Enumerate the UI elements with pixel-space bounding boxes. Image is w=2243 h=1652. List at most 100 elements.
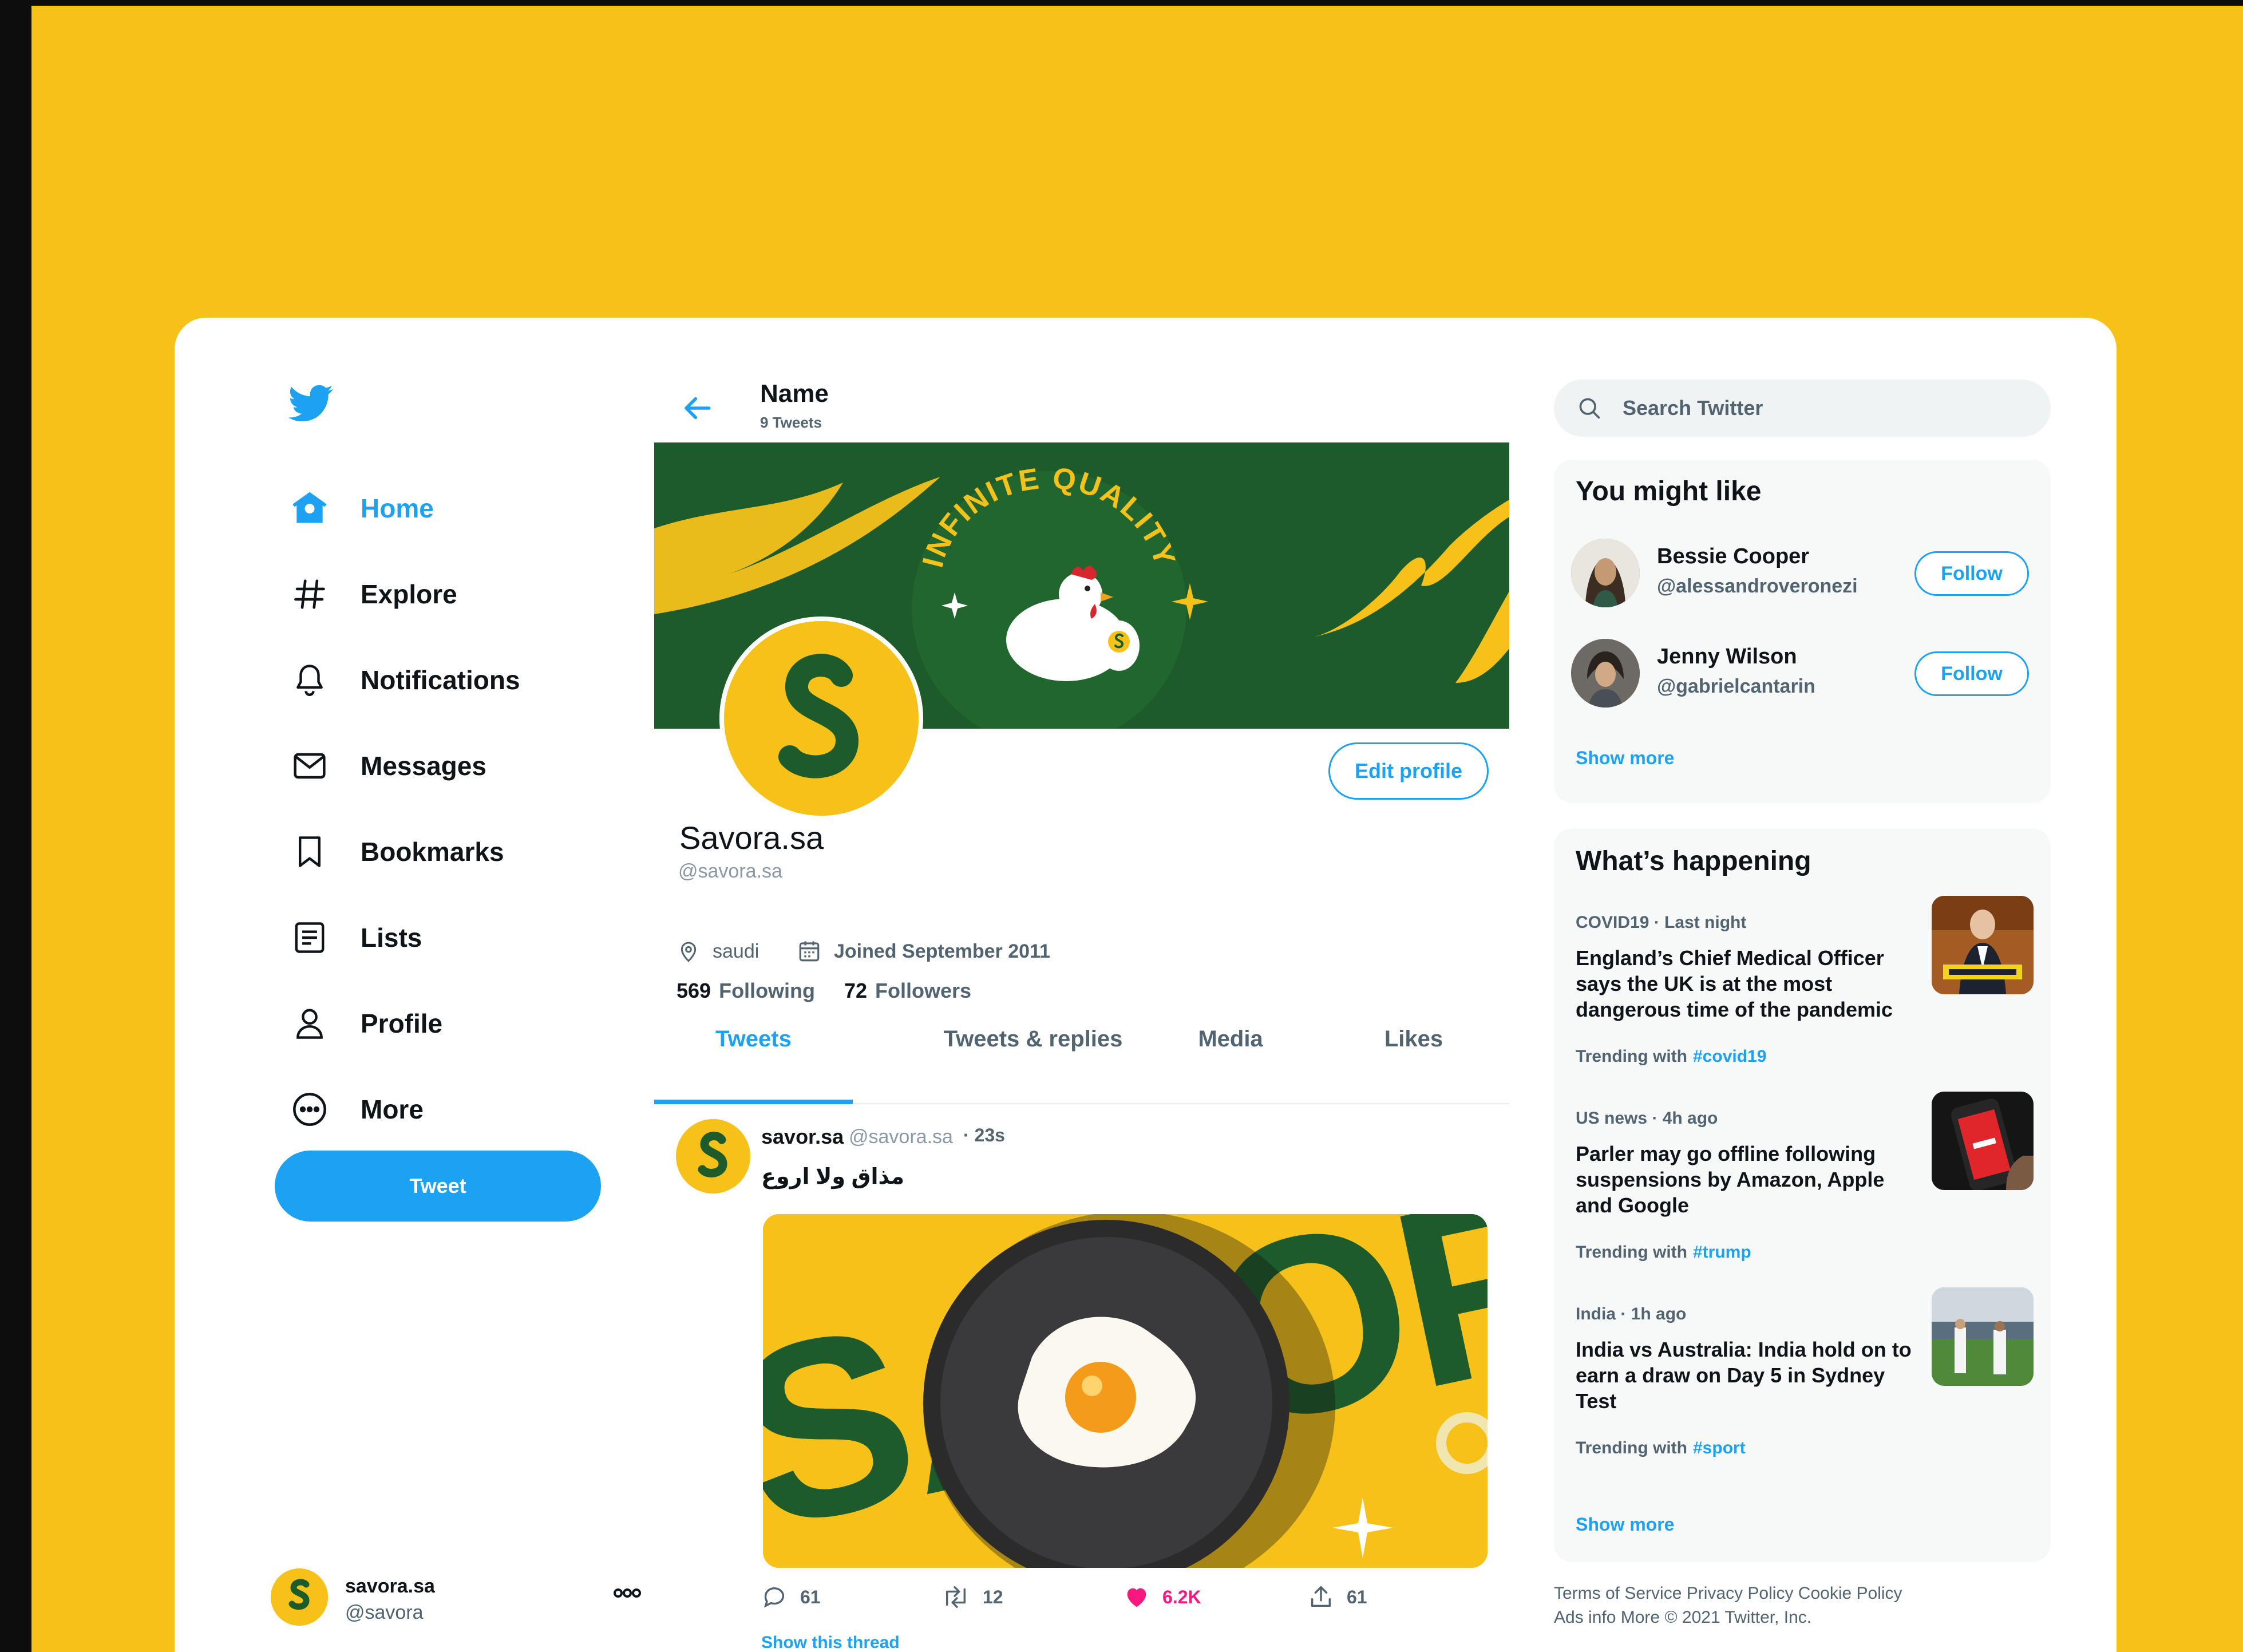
you-might-like-title: You might like: [1576, 476, 1762, 507]
trend-hashtag-link[interactable]: #trump: [1693, 1243, 1751, 1262]
sidebar-item-label: More: [361, 1094, 424, 1124]
retweet-button[interactable]: 12: [941, 1577, 1003, 1617]
joined-text: Joined September 2011: [834, 940, 1050, 962]
sidebar-item-label: Bookmarks: [361, 837, 504, 867]
suggested-user[interactable]: Bessie Cooper @alessandroveronezi Follow: [1571, 527, 2034, 613]
more-link[interactable]: More: [1621, 1608, 1660, 1627]
reply-button[interactable]: 61: [761, 1577, 821, 1617]
reply-icon: [764, 1587, 785, 1608]
sidebar-item-more[interactable]: More: [289, 1084, 424, 1135]
avatar: [271, 1568, 328, 1626]
suggested-user-name: Jenny Wilson: [1657, 645, 1797, 669]
tweet-time[interactable]: · 23s: [963, 1125, 1005, 1146]
sidebar-item-messages[interactable]: Messages: [289, 740, 486, 792]
tab-tweets-and-replies[interactable]: Tweets & replies: [924, 1005, 1142, 1073]
tab-likes[interactable]: Likes: [1342, 1005, 1485, 1073]
privacy-link[interactable]: Privacy Policy: [1687, 1584, 1794, 1603]
list-icon: [289, 917, 330, 958]
heart-icon: [1127, 1588, 1146, 1607]
tweet-button[interactable]: Tweet: [275, 1151, 601, 1222]
tweet-avatar[interactable]: [676, 1119, 750, 1193]
following-count: 569: [677, 979, 711, 1002]
home-icon: [289, 488, 330, 529]
sidebar-item-lists[interactable]: Lists: [289, 912, 422, 963]
trend-trending-with: Trending with #covid19: [1576, 1047, 1766, 1066]
terms-link[interactable]: Terms of Service: [1554, 1584, 1682, 1603]
avatar: [1571, 539, 1640, 607]
trend-item[interactable]: US news · 4h ago Parler may go offline f…: [1576, 1092, 2034, 1298]
mail-icon: [289, 745, 330, 787]
location-pin-icon: [681, 942, 697, 962]
search-icon: [1576, 394, 1603, 422]
show-more-link[interactable]: Show more: [1576, 748, 1674, 769]
retweet-count: 12: [983, 1586, 1003, 1607]
trend-trending-with: Trending with #sport: [1576, 1438, 1746, 1458]
tweet-author-handle: @savora.sa: [849, 1126, 953, 1148]
cookie-link[interactable]: Cookie Policy: [1798, 1584, 1902, 1603]
twitter-bird-icon[interactable]: [288, 381, 334, 425]
followers-stat[interactable]: 72 Followers: [844, 979, 971, 1003]
tweet-text: مذاق ولا اروع: [761, 1165, 904, 1189]
sidebar-item-label: Home: [361, 493, 434, 523]
trend-trending-with: Trending with #trump: [1576, 1243, 1751, 1262]
sidebar-item-home[interactable]: Home: [289, 483, 434, 534]
sidebar-item-label: Explore: [361, 579, 457, 609]
trend-headline: Parler may go offline following suspensi…: [1576, 1142, 1885, 1217]
trend-item[interactable]: COVID19 · Last night England’s Chief Med…: [1576, 896, 2034, 1102]
trend-meta: India · 1h ago: [1576, 1305, 1687, 1323]
footer-links: Terms of Service Privacy Policy Cookie P…: [1554, 1582, 2069, 1630]
more-circle-icon: [289, 1089, 330, 1130]
back-arrow-icon[interactable]: [675, 385, 721, 431]
follow-button[interactable]: Follow: [1914, 651, 2029, 696]
follow-button[interactable]: Follow: [1914, 551, 2029, 596]
suggested-user[interactable]: Jenny Wilson @gabrielcantarin Follow: [1571, 627, 2034, 713]
twitter-window: Home Explore Notifications Messages Book…: [175, 318, 2117, 1652]
trend-headline: England’s Chief Medical Officer says the…: [1576, 946, 1893, 1021]
suggested-user-handle: @alessandroveronezi: [1657, 575, 1858, 597]
trend-thumbnail: [1932, 1092, 2034, 1190]
account-handle: @savora: [345, 1602, 424, 1623]
you-might-like-panel: You might like Bessie Cooper @alessandro…: [1554, 460, 2051, 803]
search-input[interactable]: Search Twitter: [1554, 380, 2051, 437]
trending-label: Trending with: [1576, 1438, 1687, 1457]
followers-count: 72: [844, 979, 868, 1002]
profile-location: saudi: [677, 937, 759, 966]
account-switcher[interactable]: savora.sa @savora: [271, 1563, 641, 1631]
tweet-image[interactable]: SAVORA: [763, 1214, 1488, 1568]
tab-media[interactable]: Media: [1159, 1005, 1302, 1073]
trend-hashtag-link[interactable]: #covid19: [1693, 1047, 1766, 1066]
trend-item[interactable]: India · 1h ago India vs Australia: India…: [1576, 1287, 2034, 1493]
tab-tweets[interactable]: Tweets: [654, 1005, 853, 1073]
suggested-user-name: Bessie Cooper: [1657, 544, 1810, 568]
sidebar-item-explore[interactable]: Explore: [289, 568, 457, 620]
like-button[interactable]: 6.2K: [1124, 1577, 1201, 1617]
more-dots-icon[interactable]: [613, 1584, 642, 1602]
profile-avatar[interactable]: [719, 616, 923, 820]
reply-count: 61: [800, 1586, 821, 1607]
sidebar-item-label: Lists: [361, 923, 422, 953]
ads-info-link[interactable]: Ads info: [1554, 1608, 1616, 1627]
trend-hashtag-link[interactable]: #sport: [1693, 1438, 1746, 1457]
profile-joined: Joined September 2011: [797, 937, 1050, 966]
following-stat[interactable]: 569 Following: [677, 979, 815, 1003]
header-tweet-count: 9 Tweets: [760, 414, 822, 431]
trending-label: Trending with: [1576, 1047, 1687, 1066]
share-icon: [1311, 1586, 1331, 1607]
trend-meta: US news · 4h ago: [1576, 1109, 1718, 1128]
share-button[interactable]: 61: [1308, 1577, 1367, 1617]
profile-handle: @savora.sa: [678, 860, 782, 882]
trend-thumbnail: [1932, 1287, 2034, 1386]
followers-label: Followers: [875, 979, 972, 1002]
tweet-author-name[interactable]: savor.sa: [761, 1125, 844, 1149]
trend-thumbnail: [1932, 896, 2034, 994]
show-more-link[interactable]: Show more: [1576, 1514, 1674, 1535]
sidebar-item-profile[interactable]: Profile: [289, 998, 442, 1049]
copyright-text: © 2021 Twitter, Inc.: [1664, 1608, 1812, 1627]
edit-profile-button[interactable]: Edit profile: [1328, 742, 1489, 800]
location-text: saudi: [713, 940, 759, 962]
sidebar-item-notifications[interactable]: Notifications: [289, 654, 520, 706]
sidebar-item-bookmarks[interactable]: Bookmarks: [289, 826, 504, 878]
show-thread-link[interactable]: Show this thread: [761, 1633, 900, 1652]
like-count: 6.2K: [1162, 1586, 1201, 1607]
sidebar-item-label: Messages: [361, 751, 486, 781]
